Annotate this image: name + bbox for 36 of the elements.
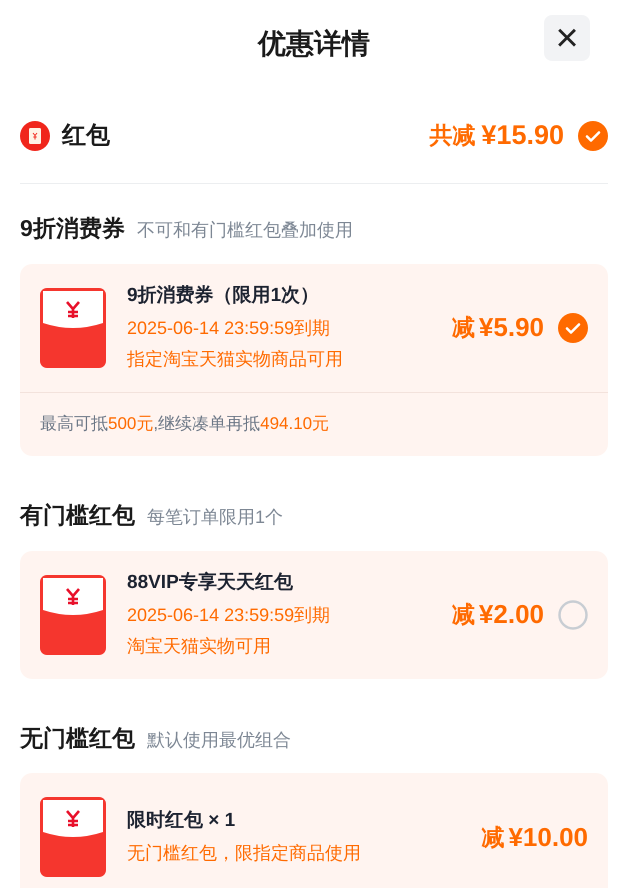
envelope-icon bbox=[40, 797, 106, 877]
envelope-icon bbox=[20, 120, 50, 150]
section-heading: 9折消费券 bbox=[20, 214, 125, 243]
discount-label: 减 bbox=[452, 600, 475, 630]
discount-label: 减 bbox=[452, 313, 475, 342]
coupon-title: 限时红包 × 1 bbox=[127, 809, 236, 834]
discount-amount: ¥10.00 bbox=[508, 820, 588, 854]
coupon-detail: 淘宝天猫实物可用 bbox=[127, 634, 272, 658]
limit-note: 最高可抵500元,继续凑单再抵494.10元 bbox=[40, 412, 330, 434]
coupon-detail: 2025-06-14 23:59:59到期 bbox=[127, 316, 332, 340]
envelope-icon bbox=[40, 574, 106, 654]
discount-amount: ¥5.90 bbox=[478, 311, 544, 344]
section-note: 每笔订单限用1个 bbox=[147, 506, 284, 529]
envelope-icon bbox=[40, 288, 106, 368]
close-button[interactable]: × bbox=[544, 15, 590, 61]
discount-amount: ¥2.00 bbox=[478, 598, 544, 631]
total-amount: ¥15.90 bbox=[481, 119, 564, 152]
checkbox[interactable] bbox=[558, 600, 588, 630]
coupon-title: 88VIP专享天天红包 bbox=[127, 570, 294, 596]
coupon-title: 9折消费券（限用1次） bbox=[127, 284, 320, 308]
section-label: 红包 bbox=[62, 120, 110, 150]
coupon-card[interactable]: 88VIP专享天天红包 2025-06-14 23:59:59到期 淘宝天猫实物可用 减¥2.00 bbox=[20, 550, 608, 678]
discount-label: 减 bbox=[481, 822, 504, 852]
section-note: 不可和有门槛红包叠加使用 bbox=[136, 219, 353, 242]
total-label: 共减 bbox=[429, 121, 476, 150]
coupon-detail: 2025-06-14 23:59:59到期 bbox=[127, 604, 332, 627]
checkbox[interactable] bbox=[578, 120, 608, 150]
section-note: 默认使用最优组合 bbox=[147, 728, 291, 752]
checkbox[interactable] bbox=[558, 312, 588, 342]
section-heading: 无门槛红包 bbox=[20, 724, 135, 752]
page-title: 优惠详情 bbox=[258, 27, 370, 61]
coupon-detail: 指定淘宝天猫实物商品可用 bbox=[127, 348, 344, 371]
section-heading: 有门槛红包 bbox=[20, 501, 135, 530]
coupon-card[interactable]: 9折消费券（限用1次） 2025-06-14 23:59:59到期 指定淘宝天猫实物商品可用 减¥5.90 最高可抵500元,继续凑单再抵494.10元 bbox=[20, 264, 608, 456]
coupon-card[interactable]: 限时红包 × 1 无门槛红包，限指定商品使用 减¥10.00 bbox=[20, 773, 608, 888]
coupon-detail: 无门槛红包，限指定商品使用 bbox=[127, 842, 362, 865]
